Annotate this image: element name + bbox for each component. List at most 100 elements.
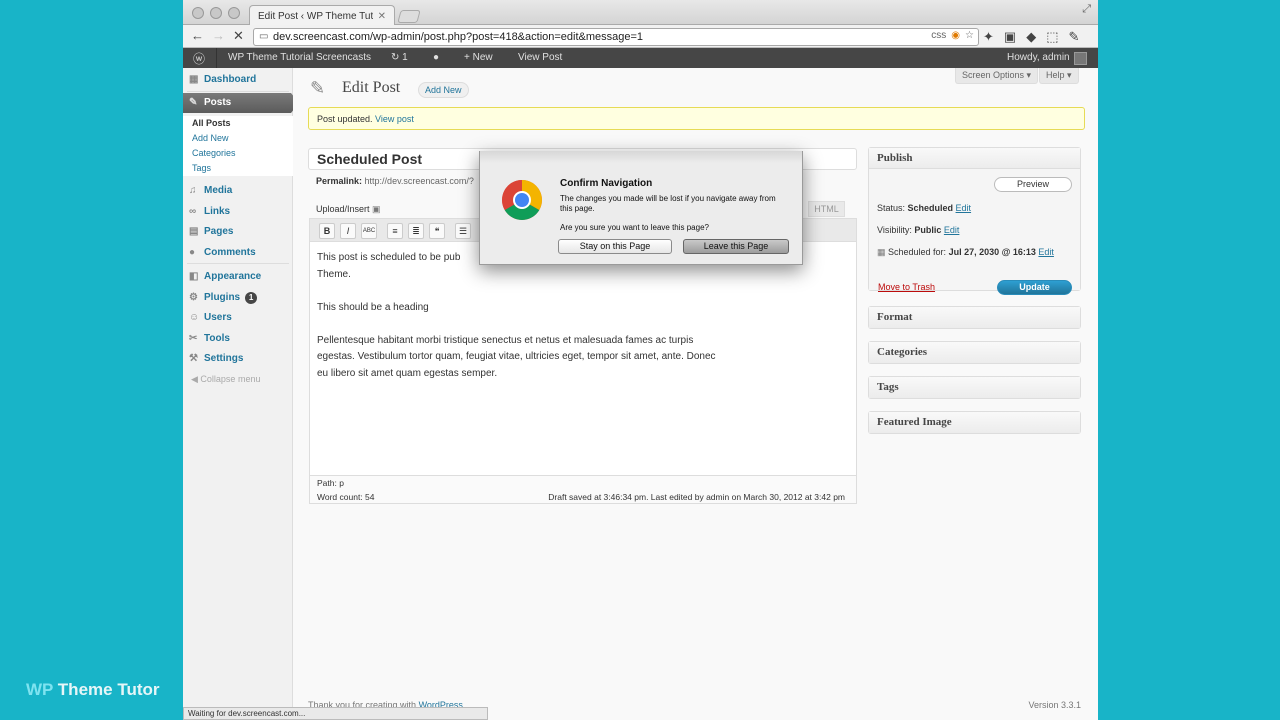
upload-insert[interactable]: Upload/Insert ▣ bbox=[316, 204, 381, 215]
sidebar-item-appearance[interactable]: ◧ Appearance bbox=[183, 268, 293, 286]
sidebar-separator bbox=[187, 91, 289, 92]
stop-icon[interactable]: ✕ bbox=[233, 28, 244, 44]
align-left-button[interactable]: ☰ bbox=[455, 223, 471, 239]
minimize-window-button[interactable] bbox=[210, 7, 222, 19]
watermark: WP Theme Tutor bbox=[26, 680, 160, 699]
plugins-update-badge: 1 bbox=[245, 292, 258, 304]
page-title: Edit Post bbox=[342, 79, 401, 96]
tab-strip: Edit Post ‹ WP Theme Tutoria ✕ ⤢ bbox=[183, 0, 1098, 26]
sidebar-sub-add-new[interactable]: Add New bbox=[183, 131, 293, 146]
blockquote-button[interactable]: ❝ bbox=[429, 223, 445, 239]
admin-bar-separator bbox=[216, 48, 217, 68]
appearance-icon: ◧ bbox=[189, 271, 199, 282]
publish-box-title[interactable]: Publish bbox=[869, 148, 1080, 169]
numbered-list-button[interactable]: ≣ bbox=[408, 223, 424, 239]
sidebar-item-pages[interactable]: ▤ Pages bbox=[183, 223, 293, 241]
url-text: dev.screencast.com/wp-admin/post.php?pos… bbox=[273, 31, 644, 43]
browser-tab[interactable]: Edit Post ‹ WP Theme Tutoria ✕ bbox=[249, 5, 395, 26]
avatar[interactable] bbox=[1074, 52, 1087, 65]
view-post-link[interactable]: View Post bbox=[518, 52, 562, 63]
edit-schedule-link[interactable]: Edit bbox=[1038, 247, 1054, 257]
extension-d-icon[interactable]: ⬚ bbox=[1046, 29, 1058, 45]
comments-bubble-icon[interactable]: ● bbox=[433, 52, 439, 63]
sidebar-sub-tags[interactable]: Tags bbox=[183, 161, 293, 176]
permalink-url[interactable]: http://dev.screencast.com/? bbox=[365, 176, 474, 186]
sidebar-item-media[interactable]: ♫ Media bbox=[183, 182, 293, 200]
css-extension-icon[interactable]: css bbox=[931, 30, 946, 41]
forward-icon[interactable]: → bbox=[212, 28, 225, 43]
dialog-title: Confirm Navigation bbox=[560, 178, 653, 189]
strikethrough-button[interactable]: ABC bbox=[361, 223, 377, 239]
italic-button[interactable]: I bbox=[340, 223, 356, 239]
back-icon[interactable]: ← bbox=[191, 28, 204, 43]
publish-box: Publish Preview Status: Scheduled Edit V… bbox=[868, 147, 1081, 295]
zoom-window-button[interactable] bbox=[228, 7, 240, 19]
categories-box-title: Categories bbox=[869, 342, 1080, 363]
featured-image-box[interactable]: Featured Image bbox=[868, 411, 1081, 434]
sidebar-sub-categories[interactable]: Categories bbox=[183, 146, 293, 161]
screen-options-tab[interactable]: Screen Options ▾ bbox=[955, 68, 1039, 84]
wordpress-logo-icon[interactable]: ⓦ bbox=[193, 50, 205, 67]
sidebar-item-users[interactable]: ☺ Users bbox=[183, 309, 293, 327]
bullet-list-button[interactable]: ≡ bbox=[387, 223, 403, 239]
wrench-icon[interactable]: ✎ bbox=[1069, 29, 1080, 45]
leave-page-button[interactable]: Leave this Page bbox=[683, 239, 789, 254]
settings-icon: ⚒ bbox=[189, 353, 198, 364]
sidebar-item-links[interactable]: ∞ Links bbox=[183, 203, 293, 221]
close-tab-icon[interactable]: ✕ bbox=[378, 11, 386, 22]
move-to-trash-link[interactable]: Move to Trash bbox=[878, 282, 935, 292]
extension-b-icon[interactable]: ▣ bbox=[1004, 29, 1016, 45]
sidebar-sub-all-posts[interactable]: All Posts bbox=[183, 116, 293, 131]
view-post-link[interactable]: View post bbox=[375, 114, 414, 124]
new-content-link[interactable]: + New bbox=[464, 52, 493, 63]
editor-content-area[interactable]: This post is scheduled to be pub Theme. T… bbox=[309, 242, 857, 476]
post-visibility: Visibility: Public Edit bbox=[877, 225, 960, 235]
sidebar-item-dashboard[interactable]: ▦ Dashboard bbox=[183, 71, 293, 89]
tags-box[interactable]: Tags bbox=[868, 376, 1081, 399]
sidebar-item-comments[interactable]: ● Comments bbox=[183, 244, 293, 262]
categories-box[interactable]: Categories bbox=[868, 341, 1081, 364]
close-window-button[interactable] bbox=[192, 7, 204, 19]
add-new-button[interactable]: Add New bbox=[418, 82, 469, 98]
calendar-icon: ▦ bbox=[877, 247, 889, 257]
bookmark-star-icon[interactable]: ☆ bbox=[965, 30, 974, 41]
draft-saved-status: Draft saved at 3:46:34 pm. Last edited b… bbox=[548, 492, 845, 502]
extension-icon[interactable]: ◉ bbox=[951, 30, 960, 41]
format-box-title: Format bbox=[869, 307, 1080, 328]
toolbar-extensions: ✦ ▣ ◆ ⬚ ✎ bbox=[983, 29, 1079, 45]
new-tab-button[interactable] bbox=[397, 10, 421, 23]
edit-status-link[interactable]: Edit bbox=[956, 203, 972, 213]
dashboard-icon: ▦ bbox=[189, 74, 199, 85]
format-box[interactable]: Format bbox=[868, 306, 1081, 329]
sidebar-item-plugins[interactable]: ⚙ Plugins 1 bbox=[183, 289, 293, 307]
fullscreen-icon[interactable]: ⤢ bbox=[1082, 3, 1091, 16]
address-bar[interactable]: ▭ dev.screencast.com/wp-admin/post.php?p… bbox=[253, 28, 979, 46]
extension-c-icon[interactable]: ◆ bbox=[1026, 29, 1036, 45]
tags-box-title: Tags bbox=[869, 377, 1080, 398]
update-button[interactable]: Update bbox=[997, 280, 1072, 295]
updates-link[interactable]: ↻ 1 bbox=[391, 52, 408, 63]
dialog-question: Are you sure you want to leave this page… bbox=[560, 223, 709, 232]
html-tab[interactable]: HTML bbox=[808, 201, 845, 217]
users-icon: ☺ bbox=[189, 312, 200, 323]
sidebar-item-settings[interactable]: ⚒ Settings bbox=[183, 350, 293, 368]
collapse-menu-button[interactable]: ◀ Collapse menu bbox=[183, 374, 293, 385]
sidebar-item-posts[interactable]: ✎ Posts bbox=[183, 93, 299, 113]
edit-post-pin-icon: ✎ bbox=[310, 78, 326, 98]
edit-visibility-link[interactable]: Edit bbox=[944, 225, 960, 235]
preview-button[interactable]: Preview bbox=[994, 177, 1072, 192]
sidebar-item-tools[interactable]: ✂ Tools bbox=[183, 330, 293, 348]
help-tab[interactable]: Help ▾ bbox=[1039, 68, 1079, 84]
collapse-icon: ◀ bbox=[191, 374, 201, 384]
path-indicator: Path: p bbox=[317, 478, 344, 488]
stay-on-page-button[interactable]: Stay on this Page bbox=[558, 239, 672, 254]
howdy-account-link[interactable]: Howdy, admin bbox=[1007, 52, 1070, 63]
bold-button[interactable]: B bbox=[319, 223, 335, 239]
pages-icon: ▤ bbox=[189, 226, 199, 237]
extension-a-icon[interactable]: ✦ bbox=[983, 29, 994, 45]
site-name-link[interactable]: WP Theme Tutorial Screencasts bbox=[228, 52, 371, 63]
confirm-navigation-dialog: Confirm Navigation The changes you made … bbox=[479, 151, 803, 265]
media-icon: ♫ bbox=[189, 185, 197, 196]
post-schedule: ▦ Scheduled for: Jul 27, 2030 @ 16:13 Ed… bbox=[877, 247, 1054, 257]
add-media-icon[interactable]: ▣ bbox=[372, 204, 381, 214]
